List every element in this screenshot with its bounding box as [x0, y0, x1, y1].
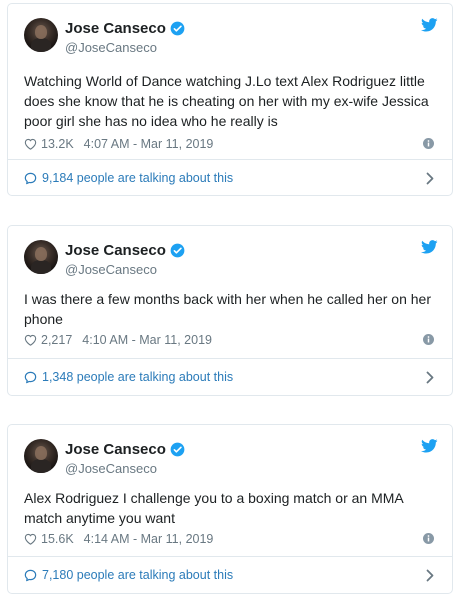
chevron-right-icon[interactable]: [426, 569, 434, 582]
talking-count[interactable]: 9,184 people are talking about this: [42, 171, 233, 185]
speech-bubble-icon: [24, 172, 37, 184]
author-block[interactable]: Jose Canseco @JoseCanseco: [65, 440, 185, 477]
display-name[interactable]: Jose Canseco: [65, 241, 185, 260]
chevron-right-icon[interactable]: [426, 172, 434, 185]
user-handle[interactable]: @JoseCanseco: [65, 39, 185, 56]
tweet-card: Jose Canseco @JoseCanseco Alex Rodriguez…: [7, 424, 453, 594]
talking-count[interactable]: 1,348 people are talking about this: [42, 370, 233, 384]
tweet-text: Watching World of Dance watching J.Lo te…: [24, 73, 429, 129]
talking-count[interactable]: 7,180 people are talking about this: [42, 568, 233, 582]
like-count[interactable]: 13.2K: [41, 137, 74, 151]
tweet-timestamp[interactable]: 4:07 AM - Mar 11, 2019: [84, 137, 214, 151]
user-handle[interactable]: @JoseCanseco: [65, 261, 185, 278]
verified-badge-icon: [170, 21, 185, 36]
tweet-timestamp[interactable]: 4:14 AM - Mar 11, 2019: [84, 532, 214, 546]
display-name-text[interactable]: Jose Canseco: [65, 241, 166, 260]
speech-bubble-icon: [24, 569, 37, 581]
like-heart-icon[interactable]: [24, 138, 37, 150]
like-heart-icon[interactable]: [24, 334, 37, 346]
tweet-meta: 13.2K 4:07 AM - Mar 11, 2019: [24, 134, 434, 154]
avatar[interactable]: [24, 240, 58, 274]
avatar[interactable]: [24, 18, 58, 52]
tweet-timestamp[interactable]: 4:10 AM - Mar 11, 2019: [82, 333, 212, 347]
info-icon[interactable]: [423, 334, 434, 345]
speech-bubble-icon: [24, 371, 37, 383]
twitter-bird-icon[interactable]: [421, 240, 438, 254]
like-count[interactable]: 15.6K: [41, 532, 74, 546]
info-icon[interactable]: [423, 138, 434, 149]
display-name-text[interactable]: Jose Canseco: [65, 440, 166, 459]
chevron-right-icon[interactable]: [426, 371, 434, 384]
twitter-bird-icon[interactable]: [421, 439, 438, 453]
info-icon[interactable]: [423, 533, 434, 544]
display-name[interactable]: Jose Canseco: [65, 19, 185, 38]
tweet-body: Jose Canseco @JoseCanseco Watching World…: [8, 4, 452, 151]
like-heart-icon[interactable]: [24, 533, 37, 545]
tweet-text: Alex Rodriguez I challenge you to a boxi…: [24, 490, 403, 526]
display-name-text[interactable]: Jose Canseco: [65, 19, 166, 38]
display-name[interactable]: Jose Canseco: [65, 440, 185, 459]
tweet-card: Jose Canseco @JoseCanseco Watching World…: [7, 3, 453, 196]
conversation-link[interactable]: 1,348 people are talking about this: [8, 358, 452, 395]
conversation-link[interactable]: 9,184 people are talking about this: [8, 159, 452, 196]
tweet-body: Jose Canseco @JoseCanseco Alex Rodriguez…: [8, 425, 452, 546]
author-block[interactable]: Jose Canseco @JoseCanseco: [65, 19, 185, 56]
tweet-body: Jose Canseco @JoseCanseco I was there a …: [8, 226, 452, 347]
verified-badge-icon: [170, 442, 185, 457]
tweet-card: Jose Canseco @JoseCanseco I was there a …: [7, 225, 453, 396]
like-count[interactable]: 2,217: [41, 333, 72, 347]
verified-badge-icon: [170, 243, 185, 258]
tweet-text: I was there a few months back with her w…: [24, 291, 431, 327]
tweet-meta: 2,217 4:10 AM - Mar 11, 2019: [24, 330, 434, 350]
twitter-bird-icon[interactable]: [421, 18, 438, 32]
user-handle[interactable]: @JoseCanseco: [65, 460, 185, 477]
author-block[interactable]: Jose Canseco @JoseCanseco: [65, 241, 185, 278]
tweet-meta: 15.6K 4:14 AM - Mar 11, 2019: [24, 529, 434, 549]
conversation-link[interactable]: 7,180 people are talking about this: [8, 556, 452, 593]
avatar[interactable]: [24, 439, 58, 473]
